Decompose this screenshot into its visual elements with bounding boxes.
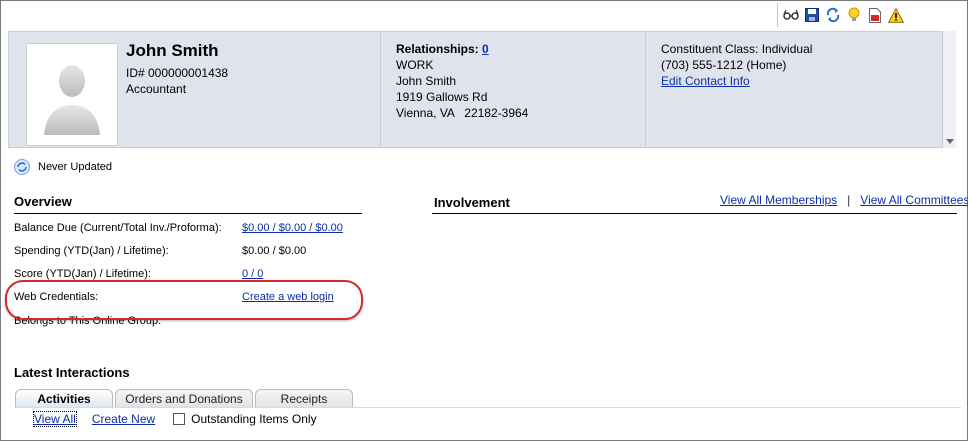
- spending-value: $0.00 / $0.00: [242, 245, 307, 257]
- link-separator: |: [847, 193, 851, 207]
- involvement-title: Involvement: [434, 195, 510, 210]
- person-silhouette-icon: [44, 64, 100, 135]
- warning-icon[interactable]: [887, 6, 905, 24]
- scroll-down-arrow-icon[interactable]: [946, 139, 954, 144]
- constituent-class: Constituent Class: Individual: [661, 42, 813, 56]
- web-credentials-highlight: [5, 280, 363, 320]
- spending-label: Spending (YTD(Jan) / Lifetime):: [14, 245, 169, 257]
- latest-interactions-title: Latest Interactions: [14, 365, 130, 380]
- overview-divider: [14, 213, 362, 214]
- constituent-header: John Smith ID# 000000001438 Accountant R…: [8, 31, 943, 148]
- refresh-status-icon[interactable]: [14, 159, 30, 175]
- header-divider: [380, 32, 381, 147]
- contact-block: Constituent Class: Individual (703) 555-…: [661, 41, 812, 89]
- lightbulb-icon[interactable]: [845, 6, 863, 24]
- balance-due-link[interactable]: $0.00 / $0.00 / $0.00: [242, 222, 343, 234]
- tab-activities[interactable]: Activities: [15, 389, 113, 408]
- constituent-id: ID# 000000001438: [126, 66, 229, 80]
- outstanding-items-label: Outstanding Items Only: [191, 412, 317, 426]
- save-icon[interactable]: [803, 6, 821, 24]
- score-link[interactable]: 0 / 0: [242, 268, 263, 280]
- view-all-committees-link[interactable]: View All Committees: [860, 193, 968, 207]
- interactions-actions: View All Create New Outstanding Items On…: [33, 411, 317, 427]
- address-name: John Smith: [396, 74, 457, 88]
- involvement-links: View All Memberships | View All Committe…: [720, 193, 968, 207]
- view-all-link[interactable]: View All: [33, 411, 77, 427]
- refresh-icon[interactable]: [824, 6, 842, 24]
- tab-baseline: [15, 407, 961, 408]
- overview-title: Overview: [14, 194, 72, 209]
- header-scrollbar[interactable]: [942, 31, 956, 148]
- involvement-divider: [432, 213, 957, 214]
- create-new-link[interactable]: Create New: [92, 412, 155, 426]
- tab-orders-and-donations[interactable]: Orders and Donations: [115, 389, 253, 408]
- outstanding-items-checkbox[interactable]: [173, 413, 186, 425]
- address-street: 1919 Gallows Rd: [396, 90, 488, 104]
- view-all-memberships-link[interactable]: View All Memberships: [720, 193, 837, 207]
- score-label: Score (YTD(Jan) / Lifetime):: [14, 268, 151, 280]
- relationships-count-link[interactable]: 0: [482, 42, 489, 56]
- document-icon[interactable]: [866, 6, 884, 24]
- glasses-icon[interactable]: [782, 6, 800, 24]
- job-title: Accountant: [126, 82, 187, 96]
- toolbar: [777, 3, 905, 27]
- edit-contact-link[interactable]: Edit Contact Info: [661, 74, 750, 88]
- address-city: Vienna, VA 22182-3964: [396, 106, 529, 120]
- header-divider: [645, 32, 646, 147]
- tab-receipts[interactable]: Receipts: [255, 389, 353, 408]
- relationships-label: Relationships:: [396, 42, 479, 56]
- relationships-block: Relationships: 0 WORK John Smith 1919 Ga…: [396, 41, 528, 121]
- update-status: Never Updated: [14, 159, 112, 175]
- window-frame: John Smith ID# 000000001438 Accountant R…: [0, 0, 968, 441]
- balance-due-label: Balance Due (Current/Total Inv./Proforma…: [14, 222, 222, 234]
- address-type: WORK: [396, 58, 434, 72]
- interactions-tabs: Activities Orders and Donations Receipts: [15, 389, 353, 408]
- phone-number: (703) 555-1212 (Home): [661, 58, 787, 72]
- avatar: [26, 43, 118, 146]
- update-status-text: Never Updated: [38, 161, 112, 173]
- constituent-name: John Smith: [126, 41, 219, 60]
